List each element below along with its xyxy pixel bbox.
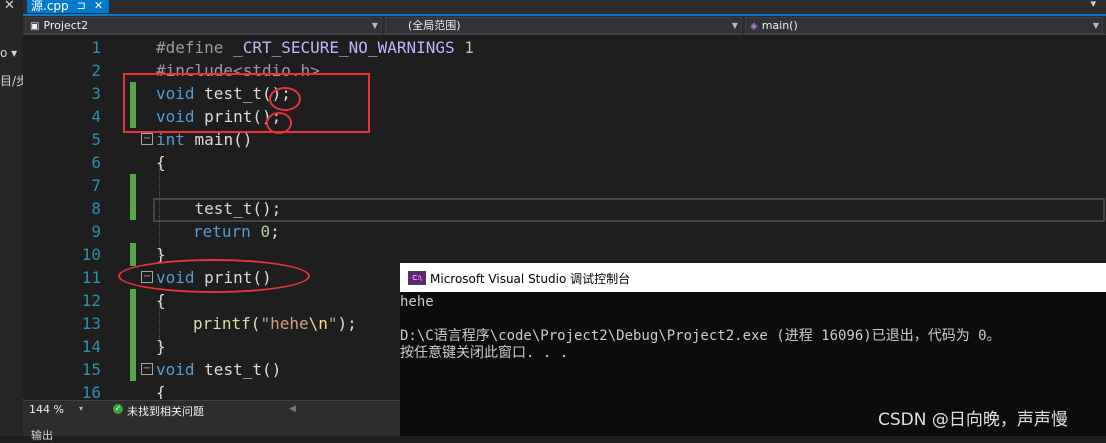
chevron-down-icon: ▼ — [1092, 21, 1099, 30]
scope-dropdown[interactable]: (全局范围) ▼ — [385, 17, 742, 34]
console-output-line: 按任意键关闭此窗口. . . — [400, 345, 569, 361]
console-title: Microsoft Visual Studio 调试控制台 — [430, 272, 631, 286]
line-number: 15 — [81, 360, 101, 379]
code-text: return 0; — [193, 222, 280, 241]
function-icon: ◈ — [750, 21, 758, 32]
line-number: 12 — [81, 291, 101, 310]
code-line: 6 { — [23, 151, 1106, 174]
line-number: 14 — [81, 337, 101, 356]
line-number: 7 — [91, 176, 101, 195]
line-number: 4 — [91, 107, 101, 126]
code-text: { — [156, 383, 166, 399]
line-number: 5 — [91, 130, 101, 149]
scope-label: (全局范围) — [408, 19, 461, 32]
code-text: test_t(); — [156, 199, 282, 218]
code-line: 1 #define _CRT_SECURE_NO_WARNINGS 1 — [23, 36, 1106, 59]
change-marker — [130, 358, 136, 381]
check-circle-icon: ✓ — [113, 404, 123, 414]
document-tab-bar: 源.cpp ⊐ ✕ ▾ — [23, 0, 1106, 16]
panel-label-top[interactable]: o ▾ — [0, 46, 17, 60]
watermark: CSDN @日向晚，声声慢 — [878, 410, 1068, 430]
console-output-line: hehe — [400, 294, 434, 310]
line-number: 6 — [91, 153, 101, 172]
change-marker — [130, 335, 136, 358]
console-title-bar[interactable]: C:\ Microsoft Visual Studio 调试控制台 — [400, 263, 1106, 292]
annotation-circle — [269, 87, 301, 111]
line-number: 2 — [91, 61, 101, 80]
annotation-box — [123, 73, 370, 133]
line-number: 11 — [81, 268, 101, 287]
collapse-icon[interactable]: − — [141, 363, 153, 375]
code-line: 7 — [23, 174, 1106, 197]
output-panel-label[interactable]: 输出 — [31, 427, 53, 443]
code-text: void test_t() — [156, 360, 282, 379]
code-text: #define _CRT_SECURE_NO_WARNINGS 1 — [156, 38, 474, 57]
collapse-icon[interactable]: − — [141, 133, 153, 145]
issues-status[interactable]: 未找到相关问题 — [127, 403, 204, 419]
line-number: 8 — [91, 199, 101, 218]
project-label: Project2 — [43, 19, 89, 32]
line-number: 10 — [81, 245, 101, 264]
line-number: 9 — [91, 222, 101, 241]
project-icon: ▣ — [30, 21, 40, 32]
code-line: 9 return 0; — [23, 220, 1106, 243]
line-number: 13 — [81, 314, 101, 333]
console-app-icon: C:\ — [408, 271, 426, 285]
code-text: printf("hehe\n"); — [193, 314, 357, 333]
change-marker — [130, 289, 136, 312]
tab-source-cpp[interactable]: 源.cpp ⊐ ✕ — [27, 0, 110, 13]
change-marker — [130, 174, 136, 197]
code-text: { — [156, 291, 166, 310]
line-number: 3 — [91, 84, 101, 103]
code-text: { — [156, 153, 166, 172]
zoom-level[interactable]: 144 % — [29, 403, 64, 416]
annotation-circle — [266, 112, 292, 134]
chevron-down-icon[interactable]: ▾ — [79, 404, 83, 413]
chevron-down-icon: ▼ — [731, 21, 738, 30]
pin-icon[interactable]: ⊐ — [77, 0, 86, 12]
code-line: 8 test_t(); — [23, 197, 1106, 220]
project-dropdown[interactable]: ▣ Project2 ▼ — [25, 17, 382, 34]
chevron-down-icon: ▼ — [371, 21, 378, 30]
close-tab-icon[interactable]: ✕ — [94, 0, 103, 12]
member-label: main() — [761, 19, 798, 32]
change-marker — [130, 312, 136, 335]
scroll-left-icon[interactable]: ◀ — [289, 404, 296, 414]
change-marker — [130, 197, 136, 220]
left-tool-panel: ✕ o ▾ 目/步 — [0, 0, 28, 436]
tab-overflow-icon[interactable]: ▾ — [1090, 0, 1096, 10]
line-number: 16 — [81, 383, 101, 399]
change-marker — [130, 243, 136, 266]
navigation-bar: ▣ Project2 ▼ (全局范围) ▼ ◈ main() ▼ — [23, 16, 1106, 35]
annotation-ellipse — [118, 259, 310, 293]
code-text: } — [156, 337, 166, 356]
close-icon[interactable]: ✕ — [4, 0, 15, 13]
line-number: 1 — [91, 38, 101, 57]
member-dropdown[interactable]: ◈ main() ▼ — [745, 17, 1103, 34]
tab-label: 源.cpp — [31, 0, 69, 13]
